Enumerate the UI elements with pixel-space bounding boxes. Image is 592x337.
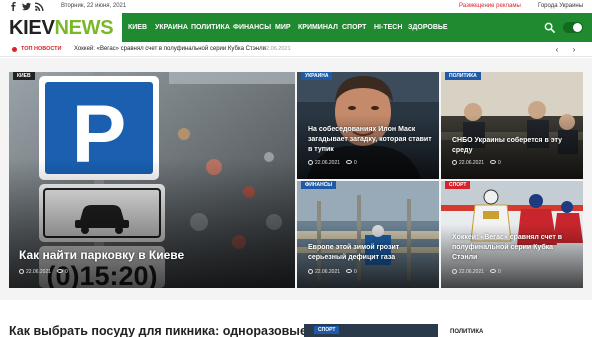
main-nav: КИЕВ УКРАИНА ПОЛИТИКА ФИНАНСЫ МИР КРИМИН… xyxy=(122,13,592,42)
nav-item-hitech[interactable]: HI-TECH xyxy=(374,13,402,42)
nav-item-health[interactable]: ЗДОРОВЬЕ xyxy=(408,13,448,42)
current-date: Вторник, 22 июня, 2021 xyxy=(61,3,127,9)
article-date: 22.06.2021 xyxy=(459,269,485,275)
article-date: 22.06.2021 xyxy=(315,160,341,166)
facebook-icon[interactable] xyxy=(9,2,18,11)
nav-item-crime[interactable]: КРИМИНАЛ xyxy=(298,13,338,42)
article-title[interactable]: Как найти парковку в Киеве xyxy=(19,248,289,263)
section-title-politics: ПОЛИТИКА xyxy=(450,329,484,335)
article-title[interactable]: На собеседованиях Илон Маск загадывает з… xyxy=(308,125,436,155)
article-title[interactable]: Хоккей: «Вегас» сравнял счет в полуфинал… xyxy=(452,233,580,263)
regions-dropdown[interactable]: Города Украины xyxy=(538,2,583,11)
latest-headline[interactable]: Как выбрать посуду для пикника: одноразо… xyxy=(9,324,307,337)
article-meta: 22.06.2021 0 xyxy=(308,160,357,167)
views-icon xyxy=(490,269,497,273)
featured-article-4[interactable]: СПОРТ Хоккей: «Вегас» сравнял счет в пол… xyxy=(441,181,583,288)
site-logo[interactable]: KIEVNEWS xyxy=(9,16,114,40)
ticker-time: 22.06.2021 xyxy=(263,46,291,52)
article-meta: 22.06.2021 0 xyxy=(452,160,501,167)
category-badge[interactable]: ФИНАНСЫ xyxy=(301,181,337,189)
top-bar: Вторник, 22 июня, 2021 Размещение реклам… xyxy=(0,0,592,13)
ticker-headline[interactable]: Хоккей: «Вегас» сравнял счет в полуфинал… xyxy=(74,45,266,54)
featured-article-1[interactable]: УКРАИНА На собеседованиях Илон Маск зага… xyxy=(297,72,439,179)
article-title[interactable]: Европе этой зимой грозит серьезный дефиц… xyxy=(308,243,428,263)
chevron-left-icon[interactable]: ‹ xyxy=(553,45,561,54)
clock-icon xyxy=(19,269,24,274)
nav-item-politics[interactable]: ПОЛИТИКА xyxy=(191,13,230,42)
clock-icon xyxy=(452,269,457,274)
views-icon xyxy=(346,269,353,273)
twitter-icon[interactable] xyxy=(22,2,31,11)
featured-article-3[interactable]: ФИНАНСЫ Европе этой зимой грозит серьезн… xyxy=(297,181,439,288)
nav-item-kiev[interactable]: КИЕВ xyxy=(128,13,147,42)
article-date: 22.06.2021 xyxy=(315,269,341,275)
article-views: 0 xyxy=(65,269,68,275)
category-badge[interactable]: КИЕВ xyxy=(13,72,35,80)
rss-icon[interactable] xyxy=(35,2,44,11)
article-meta: 22.06.2021 0 xyxy=(452,269,501,276)
live-dot-icon xyxy=(12,47,17,52)
clock-icon xyxy=(452,160,457,165)
article-views: 0 xyxy=(498,269,501,275)
article-views: 0 xyxy=(354,160,357,166)
clock-icon xyxy=(308,160,313,165)
article-date: 22.06.2021 xyxy=(459,160,485,166)
views-icon xyxy=(490,160,497,164)
nav-item-finance[interactable]: ФИНАНСЫ xyxy=(233,13,271,42)
ticker-label: ТОП НОВОСТИ xyxy=(21,46,62,52)
site-header: KIEVNEWS КИЕВ УКРАИНА ПОЛИТИКА ФИНАНСЫ М… xyxy=(0,13,592,42)
search-icon[interactable] xyxy=(544,22,555,33)
category-badge[interactable]: СПОРТ xyxy=(314,326,340,334)
toggle-knob xyxy=(573,23,582,32)
category-badge[interactable]: СПОРТ xyxy=(445,181,471,189)
logo-part-news: NEWS xyxy=(54,17,114,39)
article-meta: 22.06.2021 0 xyxy=(308,269,357,276)
views-icon xyxy=(346,160,353,164)
chevron-right-icon[interactable]: › xyxy=(570,45,578,54)
featured-article-2[interactable]: ПОЛИТИКА СНБО Украины соберется в эту ср… xyxy=(441,72,583,179)
article-views: 0 xyxy=(498,160,501,166)
dark-mode-toggle[interactable] xyxy=(563,22,583,33)
advertising-link[interactable]: Размещение рекламы xyxy=(459,2,521,11)
article-date: 22.06.2021 xyxy=(26,269,52,275)
article-title[interactable]: СНБО Украины соберется в эту среду xyxy=(452,136,572,156)
article-views: 0 xyxy=(354,269,357,275)
nav-item-world[interactable]: МИР xyxy=(275,13,291,42)
latest-thumbnail[interactable]: СПОРТ xyxy=(304,324,438,337)
views-icon xyxy=(57,269,64,273)
latest-section: Как выбрать посуду для пикника: одноразо… xyxy=(0,300,592,337)
clock-icon xyxy=(308,269,313,274)
nav-item-ukraine[interactable]: УКРАИНА xyxy=(155,13,188,42)
featured-article-main[interactable]: P (0)15:20) КИЕВ Как найти парковку в Ки… xyxy=(9,72,295,288)
nav-item-sport[interactable]: СПОРТ xyxy=(342,13,366,42)
news-ticker: ТОП НОВОСТИ Хоккей: «Вегас» сравнял счет… xyxy=(0,42,592,57)
article-meta: 22.06.2021 0 xyxy=(19,269,68,276)
category-badge[interactable]: УКРАИНА xyxy=(301,72,333,80)
logo-part-kiev: KIEV xyxy=(9,17,55,39)
category-badge[interactable]: ПОЛИТИКА xyxy=(445,72,481,80)
